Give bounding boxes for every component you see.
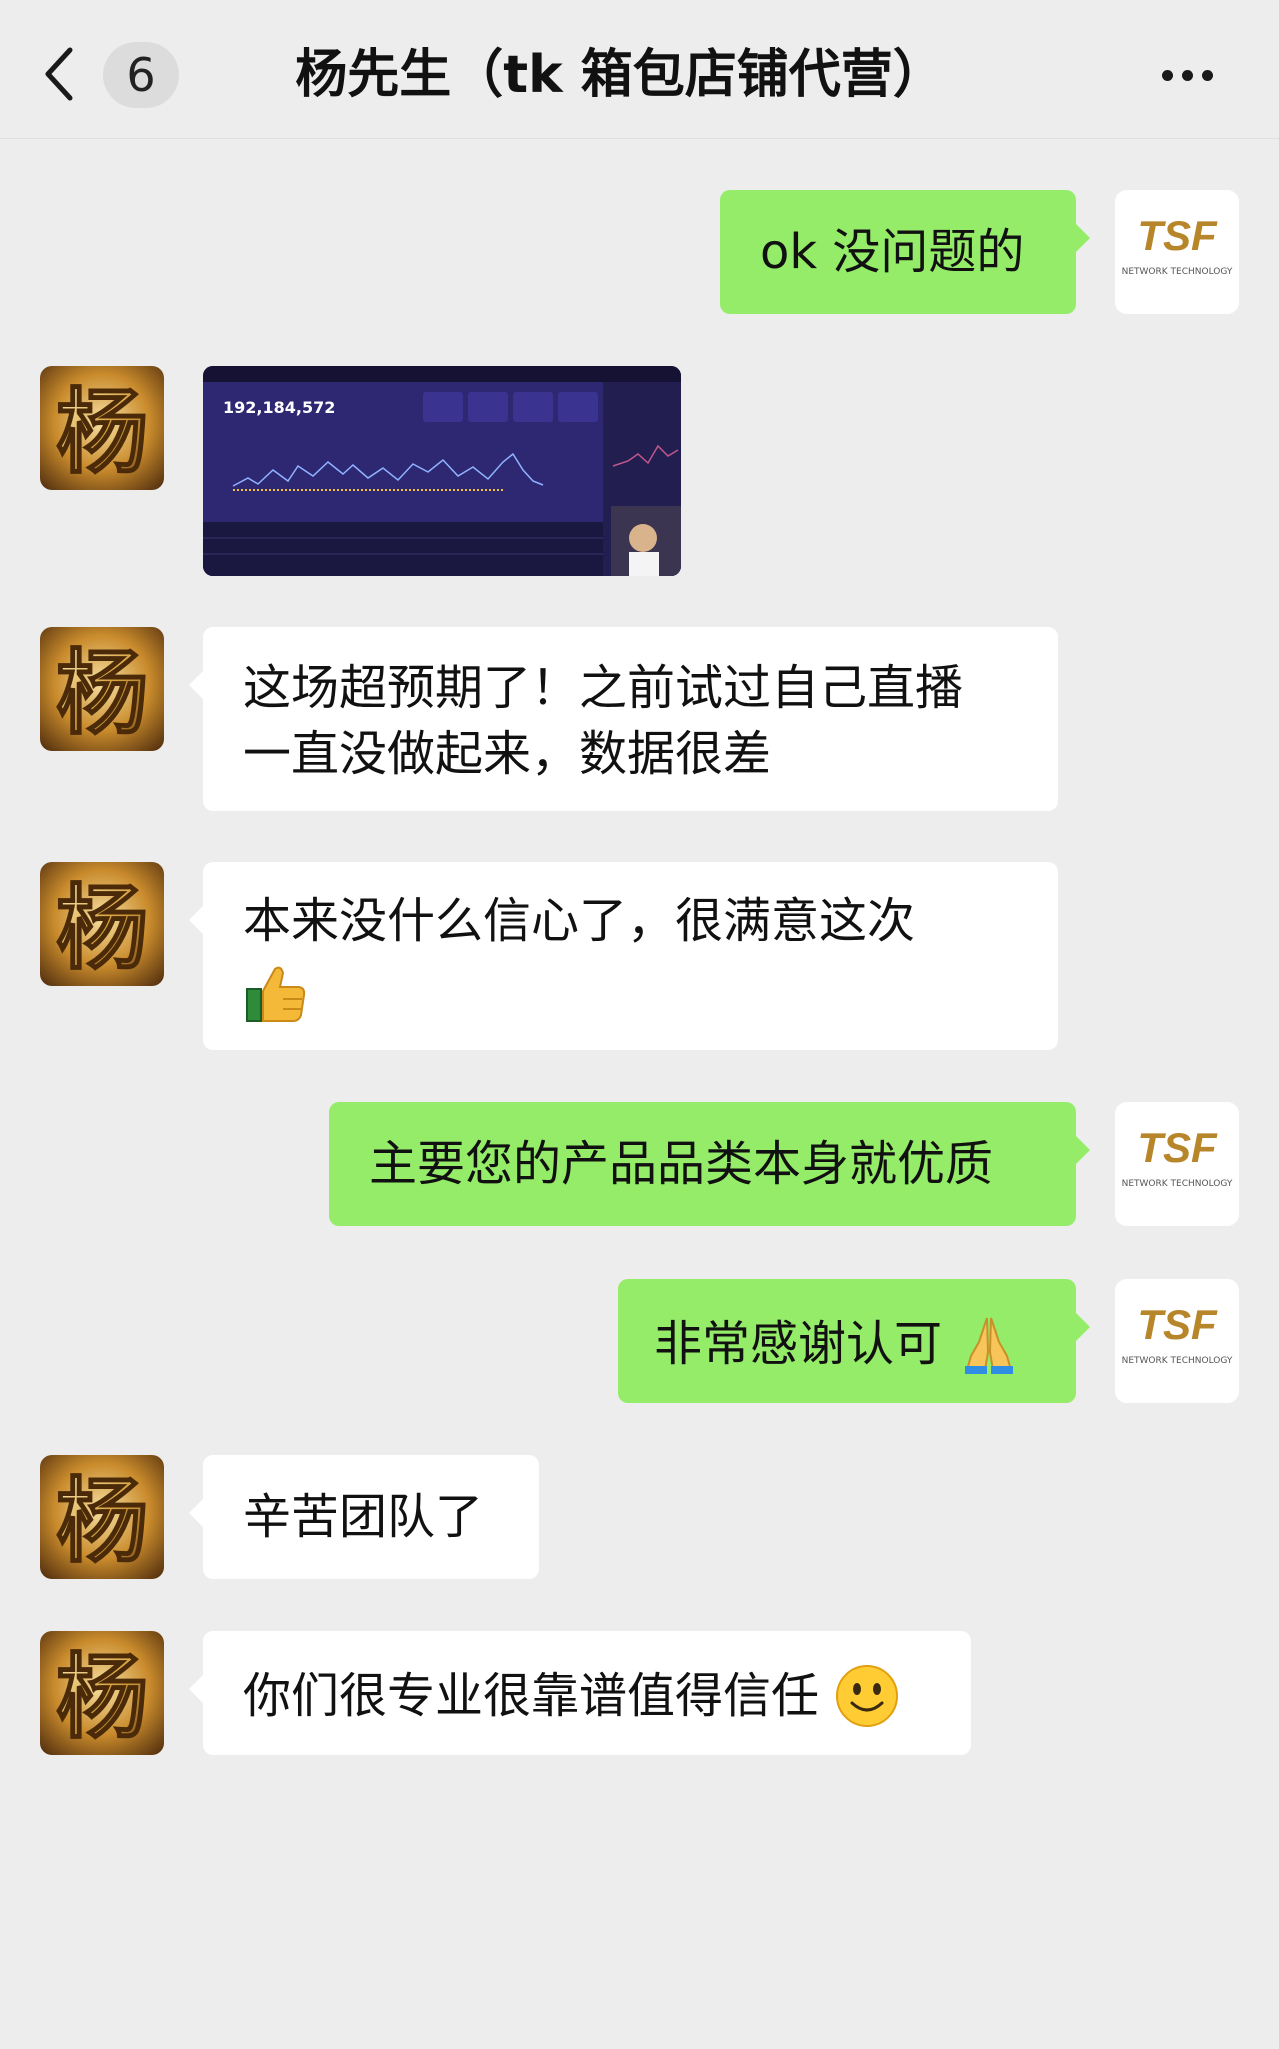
- svg-text:NETWORK TECHNOLOGY: NETWORK TECHNOLOGY: [1122, 1356, 1233, 1366]
- tsf-logo-icon: TSF NETWORK TECHNOLOGY: [1115, 190, 1239, 314]
- message-text: 辛苦团队了: [243, 1489, 484, 1545]
- thumbs-up-icon: [246, 966, 306, 1022]
- folded-hands-icon: [965, 1317, 1014, 1374]
- message-bubble-contact[interactable]: 这场超预期了！之前试过自己直播 一直没做起来，数据很差: [189, 627, 1058, 811]
- message-text: 主要您的产品品类本身就优质: [369, 1136, 994, 1192]
- contact-avatar[interactable]: 杨: [40, 627, 164, 751]
- contact-avatar[interactable]: 杨: [40, 1455, 164, 1579]
- chevron-left-icon[interactable]: [40, 44, 80, 104]
- svg-text:TSF: TSF: [1137, 1301, 1218, 1348]
- message-bubble-contact[interactable]: 辛苦团队了: [189, 1455, 539, 1579]
- message-text-line: 一直没做起来，数据很差: [243, 726, 772, 782]
- message-text-line: 这场超预期了！之前试过自己直播: [243, 660, 964, 716]
- svg-text:杨: 杨: [56, 639, 148, 747]
- self-avatar[interactable]: TSF NETWORK TECHNOLOGY: [1115, 1102, 1239, 1226]
- message-bubble-self[interactable]: ok 没问题的: [720, 190, 1090, 314]
- message-bubble-contact[interactable]: 本来没什么信心了，很满意这次: [189, 862, 1058, 1050]
- svg-text:NETWORK TECHNOLOGY: NETWORK TECHNOLOGY: [1122, 1179, 1233, 1189]
- unread-count-badge[interactable]: 6: [103, 42, 179, 108]
- more-dots-icon[interactable]: [1158, 66, 1218, 86]
- self-avatar[interactable]: TSF NETWORK TECHNOLOGY: [1115, 1279, 1239, 1403]
- chat-title: 杨先生（tk 箱包店铺代营）: [295, 45, 945, 105]
- svg-text:TSF: TSF: [1137, 212, 1218, 259]
- svg-text:TSF: TSF: [1137, 1124, 1218, 1171]
- tsf-logo-icon: TSF NETWORK TECHNOLOGY: [1115, 1279, 1239, 1403]
- message-bubble-self[interactable]: 主要您的产品品类本身就优质: [329, 1102, 1090, 1226]
- svg-text:杨: 杨: [56, 1643, 148, 1751]
- screenshot-revenue-value: 192,184,572: [223, 398, 336, 417]
- self-avatar[interactable]: TSF NETWORK TECHNOLOGY: [1115, 190, 1239, 314]
- svg-text:杨: 杨: [56, 1467, 148, 1575]
- message-text: 非常感谢认可: [654, 1316, 943, 1372]
- contact-avatar[interactable]: 杨: [40, 366, 164, 490]
- message-bubble-contact[interactable]: 你们很专业很靠谱值得信任: [189, 1631, 971, 1755]
- svg-text:NETWORK TECHNOLOGY: NETWORK TECHNOLOGY: [1122, 267, 1233, 277]
- svg-text:杨: 杨: [56, 874, 148, 982]
- message-bubble-self[interactable]: 非常感谢认可: [618, 1279, 1090, 1403]
- chat-header: 6 杨先生（tk 箱包店铺代营）: [0, 0, 1279, 139]
- tsf-logo-icon: TSF NETWORK TECHNOLOGY: [1115, 1102, 1239, 1226]
- message-text: 你们很专业很靠谱值得信任: [243, 1668, 820, 1724]
- message-text-line: 本来没什么信心了，很满意这次: [243, 893, 916, 949]
- svg-text:杨: 杨: [56, 378, 148, 486]
- smiling-face-icon: [836, 1665, 899, 1727]
- contact-avatar[interactable]: 杨: [40, 1631, 164, 1755]
- contact-avatar[interactable]: 杨: [40, 862, 164, 986]
- dashboard-screenshot-image[interactable]: 192,184,572: [203, 366, 681, 576]
- message-text: ok 没问题的: [760, 224, 1025, 280]
